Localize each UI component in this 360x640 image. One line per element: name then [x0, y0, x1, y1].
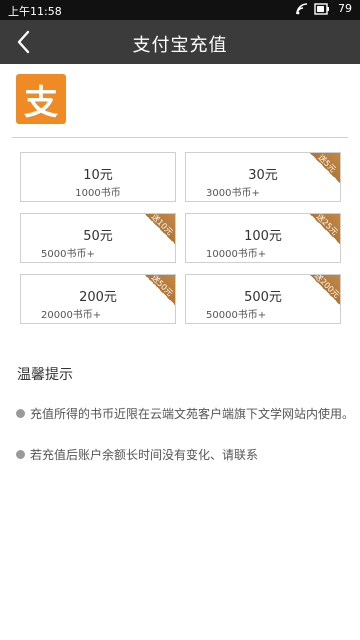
option-coins: 10000书币+	[206, 249, 267, 260]
status-icons: 79	[296, 2, 352, 15]
bonus-ribbon: 送10元	[145, 214, 175, 244]
bullet-icon	[16, 450, 25, 459]
recharge-option-10[interactable]: 10元 1000书币	[20, 152, 176, 202]
alipay-logo: 支	[16, 74, 66, 124]
bonus-ribbon-text: 送25元	[314, 213, 340, 237]
option-coins: 1000书币	[75, 188, 121, 199]
option-coins: 5000书币+	[41, 249, 95, 260]
bullet-icon	[16, 409, 25, 418]
wifi-icon	[296, 2, 308, 14]
tip-item: 若充值后账户余额长时间没有变化、请联系	[16, 446, 258, 463]
recharge-option-30[interactable]: 30元 3000书币+ 送5元	[185, 152, 341, 202]
option-price: 10元	[83, 168, 113, 183]
option-coins: 3000书币+	[206, 188, 260, 199]
recharge-option-200[interactable]: 200元 20000书币+ 送50元	[20, 274, 176, 324]
nav-bar: 支付宝充值	[0, 20, 360, 64]
recharge-option-500[interactable]: 500元 50000书币+ 送200元	[185, 274, 341, 324]
tip-text: 充值所得的书币近限在云端文苑客户端旗下文学网站内使用。	[30, 407, 355, 421]
bonus-ribbon: 送200元	[310, 275, 340, 305]
status-bar: 上午11:58 79	[0, 0, 360, 20]
divider	[12, 137, 348, 138]
option-coins: 50000书币+	[206, 310, 267, 321]
tip-text: 若充值后账户余额长时间没有变化、请联系	[30, 448, 259, 462]
bonus-ribbon-text: 送10元	[149, 213, 175, 237]
page-title: 支付宝充值	[132, 35, 228, 56]
option-coins: 20000书币+	[41, 310, 102, 321]
bonus-ribbon: 送50元	[145, 275, 175, 305]
recharge-option-100[interactable]: 100元 10000书币+ 送25元	[185, 213, 341, 263]
tips-title: 温馨提示	[17, 367, 73, 383]
battery-level: 79	[338, 2, 352, 15]
bonus-ribbon: 送5元	[310, 153, 340, 183]
bonus-ribbon: 送25元	[310, 214, 340, 244]
tip-item: 充值所得的书币近限在云端文苑客户端旗下文学网站内使用。	[16, 405, 354, 422]
recharge-option-50[interactable]: 50元 5000书币+ 送10元	[20, 213, 176, 263]
bonus-ribbon-text: 送50元	[149, 274, 175, 298]
status-time: 上午11:58	[8, 5, 62, 18]
battery-icon	[314, 2, 329, 15]
bonus-ribbon-text: 送200元	[312, 274, 341, 300]
bonus-ribbon-text: 送5元	[316, 152, 338, 175]
alipay-logo-glyph: 支	[24, 82, 58, 123]
